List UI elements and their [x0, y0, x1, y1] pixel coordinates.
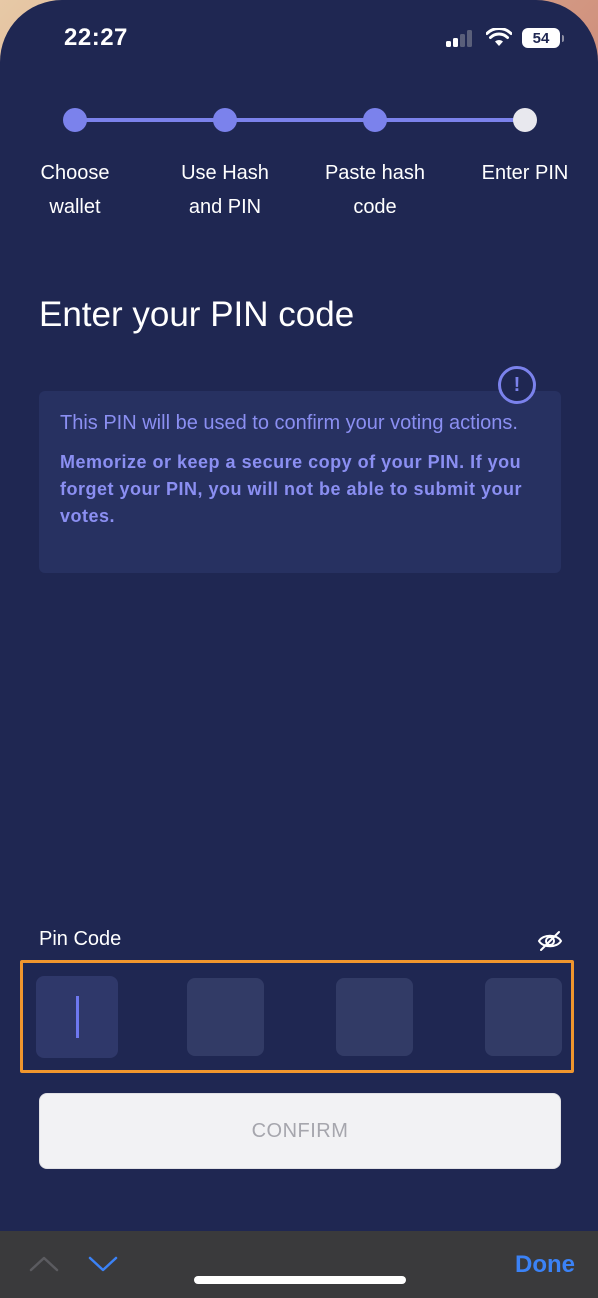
page-title: Enter your PIN code [39, 295, 355, 334]
step-connector [375, 118, 525, 122]
pin-digit-2[interactable] [187, 978, 264, 1056]
step-connector [75, 118, 225, 122]
info-notice: This PIN will be used to confirm your vo… [39, 391, 561, 573]
keyboard-accessory-bar: Done [0, 1231, 598, 1298]
step-2-dot [213, 108, 237, 132]
chevron-up-icon[interactable] [28, 1253, 60, 1273]
pin-code-label: Pin Code [39, 928, 122, 950]
step-4-label: Enter PIN [481, 162, 569, 184]
eye-slash-icon[interactable] [537, 929, 563, 953]
chevron-down-icon[interactable] [87, 1255, 119, 1275]
done-button[interactable]: Done [515, 1251, 575, 1279]
app-screen: 22:27 54 Choose wallet Use Hash and PIN … [0, 0, 598, 1298]
pin-digit-3[interactable] [336, 978, 413, 1056]
exclamation-icon: ! [498, 366, 536, 404]
info-text: This PIN will be used to confirm your vo… [60, 412, 518, 434]
pin-digit-4[interactable] [485, 978, 562, 1056]
step-3-dot [363, 108, 387, 132]
signal-icon [446, 28, 476, 48]
step-3-label: Paste hash code [324, 162, 426, 218]
device-background: 22:27 54 Choose wallet Use Hash and PIN … [0, 0, 598, 1298]
text-caret [76, 996, 79, 1038]
status-icons: 54 [446, 28, 564, 48]
step-connector [225, 118, 375, 122]
info-warning: Memorize or keep a secure copy of your P… [60, 452, 523, 526]
battery-level: 54 [532, 29, 550, 47]
step-2-label: Use Hash and PIN [181, 162, 269, 218]
confirm-button[interactable]: CONFIRM [39, 1093, 561, 1169]
battery-icon: 54 [522, 28, 564, 48]
pin-digit-1[interactable] [36, 976, 118, 1058]
wifi-icon [486, 28, 512, 46]
status-time: 22:27 [64, 24, 128, 51]
home-indicator[interactable] [194, 1276, 406, 1284]
step-1-label: Choose wallet [40, 162, 110, 218]
step-4-dot [513, 108, 537, 132]
step-1-dot [63, 108, 87, 132]
progress-stepper: Choose wallet Use Hash and PIN Paste has… [0, 104, 598, 234]
